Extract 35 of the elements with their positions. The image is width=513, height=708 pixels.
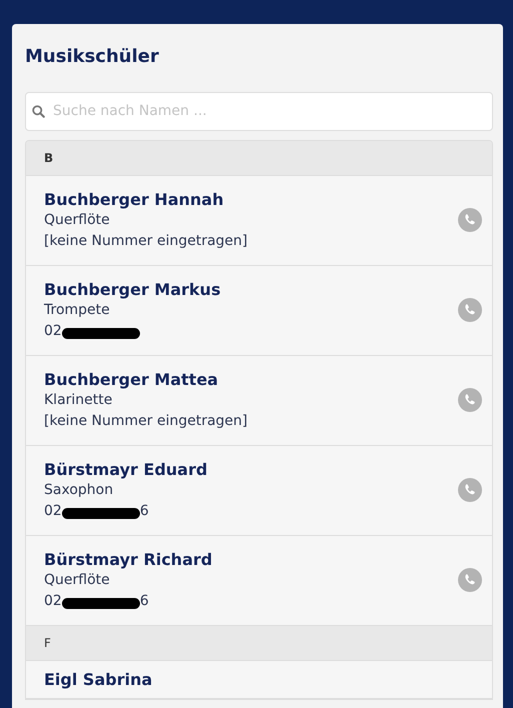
search-field[interactable]: Suche nach Namen ...	[25, 92, 493, 131]
student-name: Bürstmayr Eduard	[44, 458, 208, 480]
phone-icon[interactable]	[458, 298, 482, 322]
instrument-label: Querflöte	[44, 570, 111, 590]
student-row[interactable]: Bürstmayr Richard Querflöte 02 6	[26, 536, 492, 626]
instrument-label: Querflöte	[44, 210, 111, 230]
search-input[interactable]: Suche nach Namen ...	[51, 100, 486, 123]
phone-note: [keine Nummer eingetragen]	[44, 412, 248, 431]
phone-icon[interactable]	[458, 388, 482, 412]
phone-icon[interactable]	[458, 568, 482, 592]
student-row[interactable]: Bürstmayr Eduard Saxophon 02 6	[26, 446, 492, 536]
student-name: Buchberger Mattea	[44, 368, 220, 390]
phone-icon[interactable]	[458, 208, 482, 232]
student-name: Buchberger Hannah	[44, 188, 225, 210]
student-row[interactable]: Buchberger Mattea Klarinette [keine Nummer eingetragen]	[26, 356, 492, 446]
phone-number-part: 02	[44, 502, 62, 521]
instrument-label: Saxophon	[44, 480, 114, 500]
instrument-label: Trompete	[44, 300, 111, 320]
phone-number-part: 02	[44, 322, 62, 341]
page-title: Musikschüler	[25, 46, 160, 68]
student-name: Buchberger Markus	[44, 278, 222, 300]
student-name: Bürstmayr Richard	[44, 548, 214, 570]
instrument-label: Klarinette	[44, 390, 114, 410]
section-header: F	[26, 626, 492, 661]
student-name: Eigl Sabrina	[44, 668, 154, 690]
student-row[interactable]: Eigl Sabrina	[26, 660, 492, 699]
phone-number-part: 6	[140, 592, 149, 611]
phone-number-part: 02	[44, 592, 62, 611]
student-row[interactable]: Buchberger Hannah Querflöte [keine Nummer eingetragen]	[26, 176, 492, 266]
phone-number-part: 6	[140, 502, 149, 521]
phone-icon[interactable]	[458, 478, 482, 502]
search-icon	[32, 104, 45, 118]
section-header: B	[26, 140, 492, 176]
student-row[interactable]: Buchberger Markus Trompete 02	[26, 266, 492, 356]
phone-note: [keine Nummer eingetragen]	[44, 232, 248, 251]
